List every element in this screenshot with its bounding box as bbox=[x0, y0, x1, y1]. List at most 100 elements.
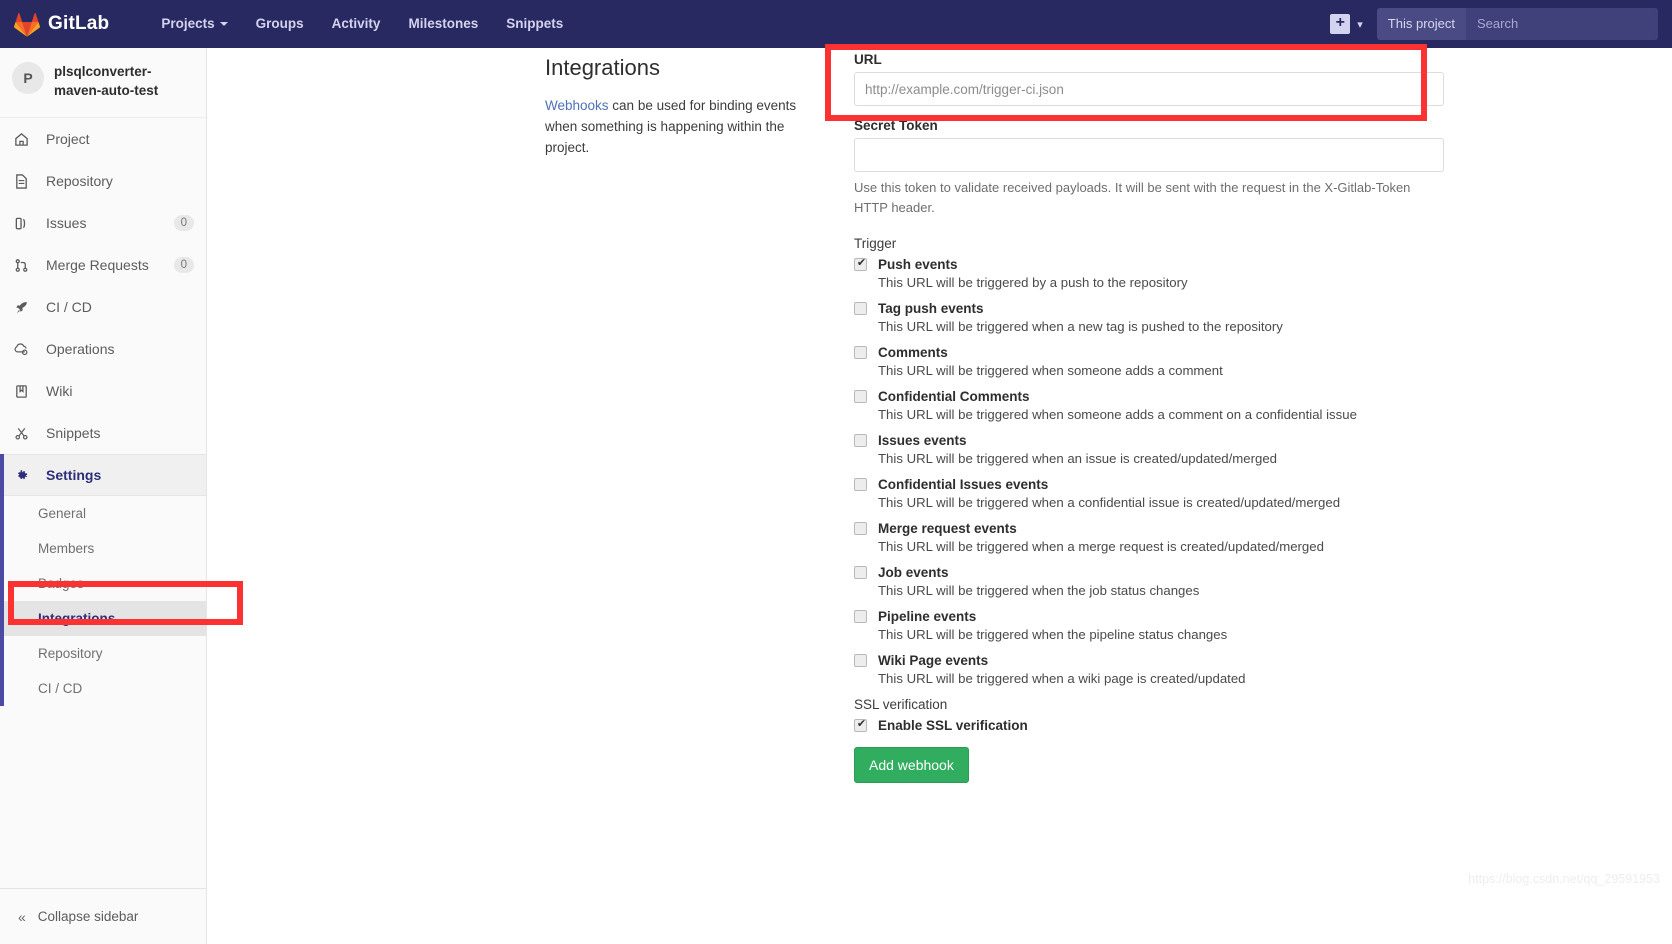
sidebar-subitem-members[interactable]: Members bbox=[4, 531, 206, 566]
sidebar-item-label: Snippets bbox=[46, 425, 101, 441]
plus-square-icon[interactable]: + bbox=[1330, 14, 1351, 34]
checkbox-merge-request-events[interactable] bbox=[854, 522, 867, 535]
sidebar-item-wiki[interactable]: Wiki bbox=[0, 370, 206, 412]
cloud-gear-icon bbox=[14, 342, 34, 357]
search-scope-button[interactable]: This project bbox=[1376, 8, 1466, 40]
top-navbar: GitLab Projects Groups Activity Mileston… bbox=[0, 0, 1672, 48]
trigger-section-label: Trigger bbox=[854, 236, 897, 251]
trigger-desc: This URL will be triggered when someone … bbox=[878, 363, 1223, 378]
sidebar-subitem-ci-cd[interactable]: CI / CD bbox=[4, 671, 206, 706]
checkbox-comments[interactable] bbox=[854, 346, 867, 359]
webhook-form: URL Secret Token Use this token to valid… bbox=[854, 48, 1454, 783]
nav-link-milestones[interactable]: Milestones bbox=[394, 0, 492, 48]
scissors-icon bbox=[14, 426, 34, 441]
checkbox-push-events[interactable] bbox=[854, 255, 868, 271]
ssl-verification-row: Enable SSL verification bbox=[854, 716, 1454, 733]
collapse-sidebar-button[interactable]: « Collapse sidebar bbox=[0, 888, 206, 944]
trigger-row-merge-request-events: Merge request events This URL will be tr… bbox=[854, 521, 1454, 554]
collapse-sidebar-label: Collapse sidebar bbox=[37, 909, 139, 924]
project-header[interactable]: P plsqlconverter-maven-auto-test bbox=[0, 48, 206, 118]
trigger-desc: This URL will be triggered when a wiki p… bbox=[878, 671, 1246, 686]
checkbox-job-events[interactable] bbox=[854, 566, 867, 579]
sidebar-item-label: Project bbox=[46, 131, 90, 147]
sidebar-subitem-general[interactable]: General bbox=[4, 496, 206, 531]
navbar-right-group: + ▾ This project Search bbox=[1330, 0, 1672, 48]
trigger-row-confidential-issues-events: Confidential Issues events This URL will… bbox=[854, 477, 1454, 510]
trigger-title: Tag push events bbox=[878, 301, 984, 316]
trigger-title: Push events bbox=[878, 257, 958, 272]
sidebar-item-repository[interactable]: Repository bbox=[0, 160, 206, 202]
checkbox-confidential-issues-events[interactable] bbox=[854, 478, 867, 491]
gitlab-brand-text: GitLab bbox=[48, 13, 110, 34]
trigger-row-pipeline-events: Pipeline events This URL will be trigger… bbox=[854, 609, 1454, 642]
url-field-label: URL bbox=[854, 52, 882, 67]
nav-link-activity[interactable]: Activity bbox=[318, 0, 395, 48]
search-input[interactable]: Search bbox=[1466, 8, 1658, 40]
checkbox-issues-events[interactable] bbox=[854, 434, 867, 447]
checkbox-tag-push-events[interactable] bbox=[854, 302, 867, 315]
integrations-intro: Integrations Webhooks can be used for bi… bbox=[545, 55, 815, 158]
nav-link-snippets[interactable]: Snippets bbox=[492, 0, 577, 48]
nav-link-projects[interactable]: Projects bbox=[147, 0, 241, 48]
merge-requests-count-badge: 0 bbox=[173, 257, 194, 273]
document-icon bbox=[14, 173, 34, 189]
double-chevron-left-icon: « bbox=[18, 908, 26, 925]
sidebar-item-label: Merge Requests bbox=[46, 257, 149, 273]
sidebar-item-label: Issues bbox=[46, 215, 87, 231]
sidebar-item-label: Wiki bbox=[46, 383, 73, 399]
trigger-desc: This URL will be triggered when a merge … bbox=[878, 539, 1324, 554]
gitlab-logo-link[interactable]: GitLab bbox=[14, 12, 109, 37]
issues-icon bbox=[14, 216, 34, 231]
checkbox-enable-ssl-verification[interactable] bbox=[854, 716, 868, 732]
search-group: This project Search bbox=[1376, 8, 1658, 40]
trigger-desc: This URL will be triggered when an issue… bbox=[878, 451, 1278, 466]
trigger-title: Comments bbox=[878, 345, 948, 360]
sidebar-subitem-repository[interactable]: Repository bbox=[4, 636, 206, 671]
trigger-row-issues-events: Issues events This URL will be triggered… bbox=[854, 433, 1454, 466]
gear-icon bbox=[14, 468, 34, 483]
sidebar-subitem-badges[interactable]: Badges bbox=[4, 566, 206, 601]
trigger-title: Pipeline events bbox=[878, 609, 977, 624]
primary-nav-links: Projects Groups Activity Milestones Snip… bbox=[147, 0, 577, 48]
sidebar-item-label: CI / CD bbox=[46, 299, 92, 315]
checkbox-pipeline-events[interactable] bbox=[854, 610, 867, 623]
home-icon bbox=[14, 132, 34, 147]
webhooks-link[interactable]: Webhooks bbox=[545, 98, 609, 113]
sidebar-item-label: Settings bbox=[46, 467, 102, 483]
sidebar-item-merge-requests[interactable]: Merge Requests 0 bbox=[0, 244, 206, 286]
sidebar-item-snippets[interactable]: Snippets bbox=[0, 412, 206, 454]
checkbox-confidential-comments[interactable] bbox=[854, 390, 867, 403]
trigger-desc: This URL will be triggered when someone … bbox=[878, 407, 1357, 422]
chevron-down-icon bbox=[219, 22, 228, 27]
sidebar-item-label: Repository bbox=[46, 173, 113, 189]
trigger-desc: This URL will be triggered by a push to … bbox=[878, 275, 1188, 290]
secret-token-input[interactable] bbox=[854, 138, 1444, 172]
sidebar-item-issues[interactable]: Issues 0 bbox=[0, 202, 206, 244]
nav-link-groups[interactable]: Groups bbox=[242, 0, 318, 48]
gitlab-fox-logo-icon bbox=[14, 12, 40, 37]
book-icon bbox=[14, 384, 34, 399]
sidebar-item-ci-cd[interactable]: CI / CD bbox=[0, 286, 206, 328]
sidebar-subitem-integrations[interactable]: Integrations bbox=[4, 601, 206, 636]
ssl-section-label: SSL verification bbox=[854, 697, 948, 712]
sidebar-item-settings[interactable]: Settings bbox=[0, 454, 206, 496]
trigger-row-tag-push-events: Tag push events This URL will be trigger… bbox=[854, 301, 1454, 334]
url-input[interactable] bbox=[854, 72, 1444, 106]
intro-paragraph: Webhooks can be used for binding events … bbox=[545, 95, 815, 158]
settings-submenu: General Members Badges Integrations Repo… bbox=[0, 496, 206, 706]
merge-request-icon bbox=[14, 258, 34, 273]
left-sidebar: P plsqlconverter-maven-auto-test Project… bbox=[0, 48, 207, 944]
sidebar-item-operations[interactable]: Operations bbox=[0, 328, 206, 370]
sidebar-item-project[interactable]: Project bbox=[0, 118, 206, 160]
page-title: Integrations bbox=[545, 55, 660, 80]
trigger-row-comments: Comments This URL will be triggered when… bbox=[854, 345, 1454, 378]
rocket-icon bbox=[14, 300, 34, 315]
main-content: Integrations Webhooks can be used for bi… bbox=[207, 48, 1672, 944]
checkbox-wiki-page-events[interactable] bbox=[854, 654, 867, 667]
add-webhook-button[interactable]: Add webhook bbox=[854, 747, 969, 783]
secret-token-label: Secret Token bbox=[854, 118, 938, 133]
avatar: P bbox=[12, 62, 44, 94]
chevron-down-icon[interactable]: ▾ bbox=[1357, 18, 1363, 31]
watermark-text: https://blog.csdn.net/qq_29591953 bbox=[1468, 872, 1660, 886]
trigger-title: Confidential Issues events bbox=[878, 477, 1049, 492]
